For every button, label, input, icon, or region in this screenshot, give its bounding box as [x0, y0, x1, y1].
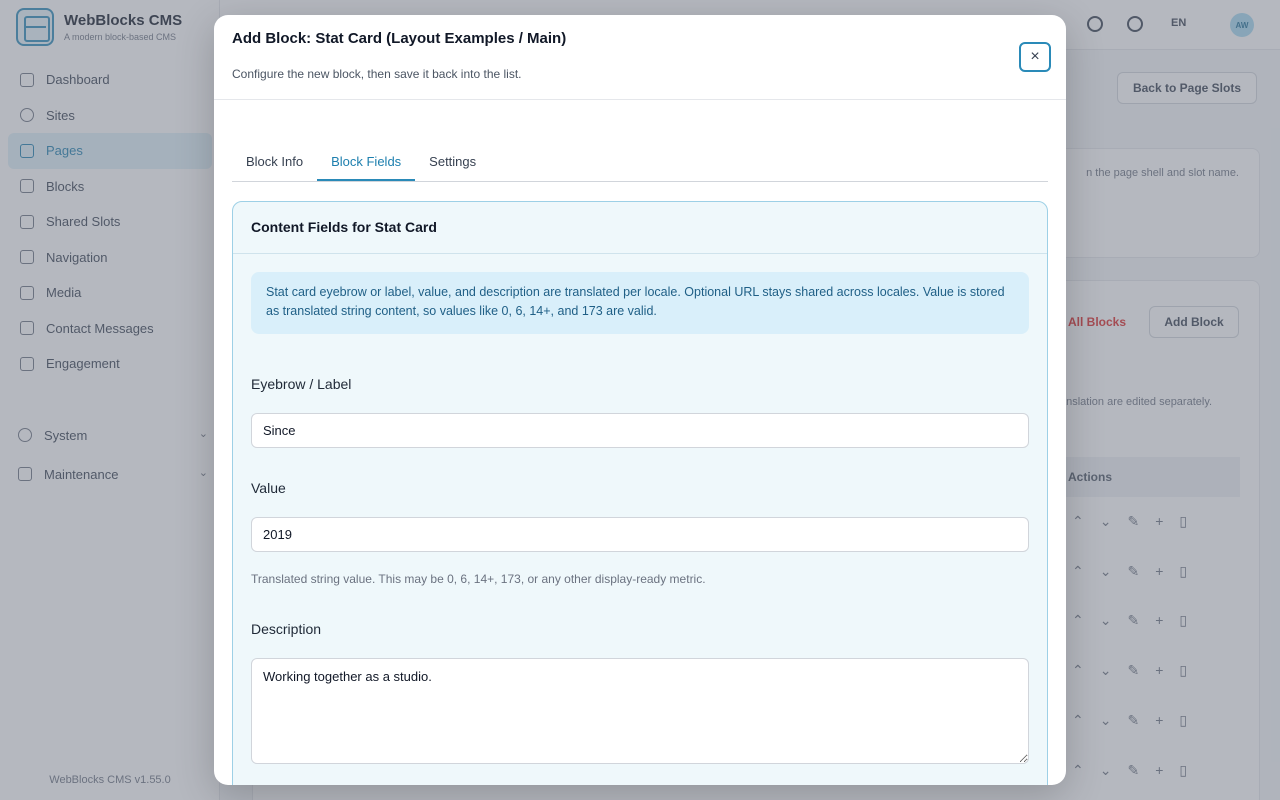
- close-button[interactable]: ×: [1019, 42, 1051, 72]
- content-fields-card: Content Fields for Stat Card Stat card e…: [232, 201, 1048, 785]
- tab-settings[interactable]: Settings: [415, 143, 490, 181]
- modal-subtitle: Configure the new block, then save it ba…: [232, 67, 522, 81]
- info-alert: Stat card eyebrow or label, value, and d…: [251, 272, 1029, 334]
- value-label: Value: [251, 480, 286, 496]
- close-icon: ×: [1030, 48, 1040, 65]
- eyebrow-label: Eyebrow / Label: [251, 376, 352, 392]
- add-block-modal: Add Block: Stat Card (Layout Examples / …: [214, 15, 1066, 785]
- content-fields-title: Content Fields for Stat Card: [233, 202, 1047, 254]
- modal-header: Add Block: Stat Card (Layout Examples / …: [214, 15, 1066, 100]
- tab-block-info[interactable]: Block Info: [232, 143, 317, 181]
- eyebrow-input[interactable]: [251, 413, 1029, 448]
- modal-title: Add Block: Stat Card (Layout Examples / …: [232, 30, 567, 47]
- value-input[interactable]: [251, 517, 1029, 552]
- tab-block-fields[interactable]: Block Fields: [317, 143, 416, 181]
- description-textarea[interactable]: Working together as a studio.: [251, 658, 1029, 764]
- value-help-text: Translated string value. This may be 0, …: [251, 572, 706, 586]
- modal-tabs: Block Info Block Fields Settings: [232, 143, 1048, 182]
- description-label: Description: [251, 621, 322, 637]
